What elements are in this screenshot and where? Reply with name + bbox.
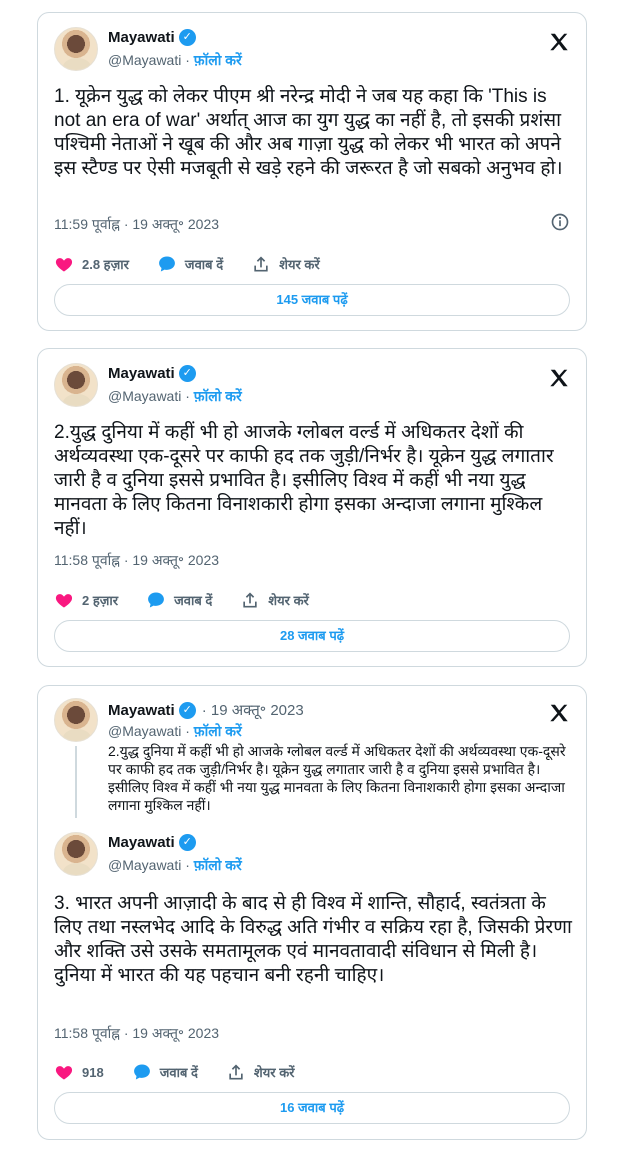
author-handle[interactable]: @Mayawati — [108, 52, 181, 68]
handle-row: @Mayawati · फ़ॉलो करें — [108, 722, 242, 741]
author-name[interactable]: Mayawati — [108, 365, 175, 382]
read-replies-button[interactable]: 145 जवाब पढ़ें — [54, 284, 570, 316]
like-count: 2.8 हज़ार — [82, 257, 129, 272]
share-upload-icon — [254, 256, 268, 272]
tweet-text: 1. यूक्रेन युद्ध को लेकर पीएम श्री नरेन्… — [54, 86, 563, 179]
like-button[interactable]: 2 हज़ार — [54, 590, 118, 610]
tweet-embed-card-1: Mayawati ✓ @Mayawati · फ़ॉलो करें 1. यूक… — [37, 12, 587, 331]
info-icon[interactable] — [550, 212, 570, 232]
separator-dot: · — [185, 388, 194, 404]
tweet-embed-card-3: Mayawati ✓ · 19 अक्तू॰ 2023 @Mayawati · … — [37, 685, 587, 1140]
tweet-actions: 918 जवाब दें शेयर करें — [54, 1059, 570, 1085]
tweet-actions: 2.8 हज़ार जवाब दें शेयर करें — [54, 251, 570, 277]
tweet-text: 3. भारत अपनी आज़ादी के बाद से ही विश्व म… — [54, 893, 572, 986]
read-replies-button[interactable]: 28 जवाब पढ़ें — [54, 620, 570, 652]
tweet-timestamp[interactable]: 11:58 पूर्वाह्न · 19 अक्तू॰ 2023 — [54, 551, 219, 570]
tweet-embed-card-2: Mayawati ✓ @Mayawati · फ़ॉलो करें 2.युद्… — [37, 348, 587, 667]
quoted-tweet-text: 2.युद्ध दुनिया में कहीं भी हो आजके ग्लोब… — [108, 743, 566, 813]
reply-bubble-icon — [148, 592, 164, 608]
share-upload-icon — [243, 592, 257, 608]
reply-label: जवाब दें — [159, 1065, 198, 1080]
avatar[interactable] — [54, 363, 98, 407]
reply-label: जवाब दें — [184, 257, 224, 272]
author-handle[interactable]: @Mayawati — [108, 723, 181, 739]
like-button[interactable]: 918 — [54, 1062, 104, 1082]
author-row: Mayawati ✓ — [108, 365, 196, 382]
reply-button[interactable]: जवाब दें — [146, 590, 212, 610]
separator-dot: · — [185, 52, 194, 68]
tweet-header: Mayawati ✓ @Mayawati · फ़ॉलो करें — [54, 832, 570, 882]
avatar[interactable] — [54, 698, 98, 742]
share-upload-icon — [229, 1064, 243, 1080]
tweet-text: 2.युद्ध दुनिया में कहीं भी हो आजके ग्लोब… — [54, 422, 554, 539]
follow-button[interactable]: फ़ॉलो करें — [194, 723, 242, 739]
tweet-header: Mayawati ✓ @Mayawati · फ़ॉलो करें — [54, 27, 570, 77]
verified-badge-icon: ✓ — [178, 701, 196, 719]
reply-bubble-icon — [133, 1064, 150, 1080]
heart-icon — [55, 594, 73, 608]
author-name[interactable]: Mayawati — [108, 702, 175, 719]
follow-button[interactable]: फ़ॉलो करें — [194, 388, 242, 404]
like-button[interactable]: 2.8 हज़ार — [54, 254, 129, 274]
tweet-timestamp[interactable]: 11:59 पूर्वाह्न · 19 अक्तू॰ 2023 — [54, 215, 219, 234]
author-name[interactable]: Mayawati — [108, 29, 175, 46]
share-label: शेयर करें — [268, 593, 309, 608]
tweet-actions: 2 हज़ार जवाब दें शेयर करें — [54, 587, 570, 613]
reply-button[interactable]: जवाब दें — [132, 1062, 198, 1082]
follow-button[interactable]: फ़ॉलो करें — [194, 52, 242, 68]
thread-connector — [75, 746, 77, 818]
share-button[interactable]: शेयर करें — [226, 1062, 295, 1082]
x-logo-icon[interactable] — [548, 702, 570, 724]
author-row: Mayawati ✓ — [108, 834, 196, 851]
share-button[interactable]: शेयर करें — [251, 254, 320, 274]
heart-icon — [55, 258, 73, 272]
verified-badge-icon: ✓ — [178, 365, 196, 382]
x-logo-icon[interactable] — [548, 31, 570, 53]
reply-button[interactable]: जवाब दें — [157, 254, 223, 274]
avatar[interactable] — [54, 832, 98, 876]
author-row: Mayawati ✓ · 19 अक्तू॰ 2023 — [108, 700, 304, 720]
author-handle[interactable]: @Mayawati — [108, 388, 181, 404]
tweet-header: Mayawati ✓ @Mayawati · फ़ॉलो करें — [54, 363, 570, 413]
author-handle[interactable]: @Mayawati — [108, 857, 181, 873]
handle-row: @Mayawati · फ़ॉलो करें — [108, 387, 242, 406]
separator-dot: · — [185, 857, 194, 873]
read-replies-button[interactable]: 16 जवाब पढ़ें — [54, 1092, 570, 1124]
quoted-date[interactable]: · 19 अक्तू॰ 2023 — [202, 700, 304, 720]
like-count: 918 — [82, 1064, 104, 1080]
follow-button[interactable]: फ़ॉलो करें — [194, 857, 242, 873]
tweet-timestamp[interactable]: 11:58 पूर्वाह्न · 19 अक्तू॰ 2023 — [54, 1024, 219, 1043]
x-logo-icon[interactable] — [548, 367, 570, 389]
verified-badge-icon: ✓ — [178, 29, 196, 46]
handle-row: @Mayawati · फ़ॉलो करें — [108, 51, 242, 70]
separator-dot: · — [185, 723, 194, 739]
verified-badge-icon: ✓ — [178, 834, 196, 851]
like-count: 2 हज़ार — [82, 593, 119, 608]
share-button[interactable]: शेयर करें — [240, 590, 309, 610]
handle-row: @Mayawati · फ़ॉलो करें — [108, 856, 242, 875]
reply-bubble-icon — [159, 256, 175, 272]
author-name[interactable]: Mayawati — [108, 834, 175, 851]
quoted-parent-tweet[interactable]: Mayawati ✓ · 19 अक्तू॰ 2023 @Mayawati · … — [54, 694, 570, 828]
reply-label: जवाब दें — [174, 593, 213, 608]
share-label: शेयर करें — [279, 257, 320, 272]
heart-icon — [55, 1066, 73, 1080]
author-row: Mayawati ✓ — [108, 29, 196, 46]
share-label: शेयर करें — [253, 1065, 295, 1080]
avatar[interactable] — [54, 27, 98, 71]
